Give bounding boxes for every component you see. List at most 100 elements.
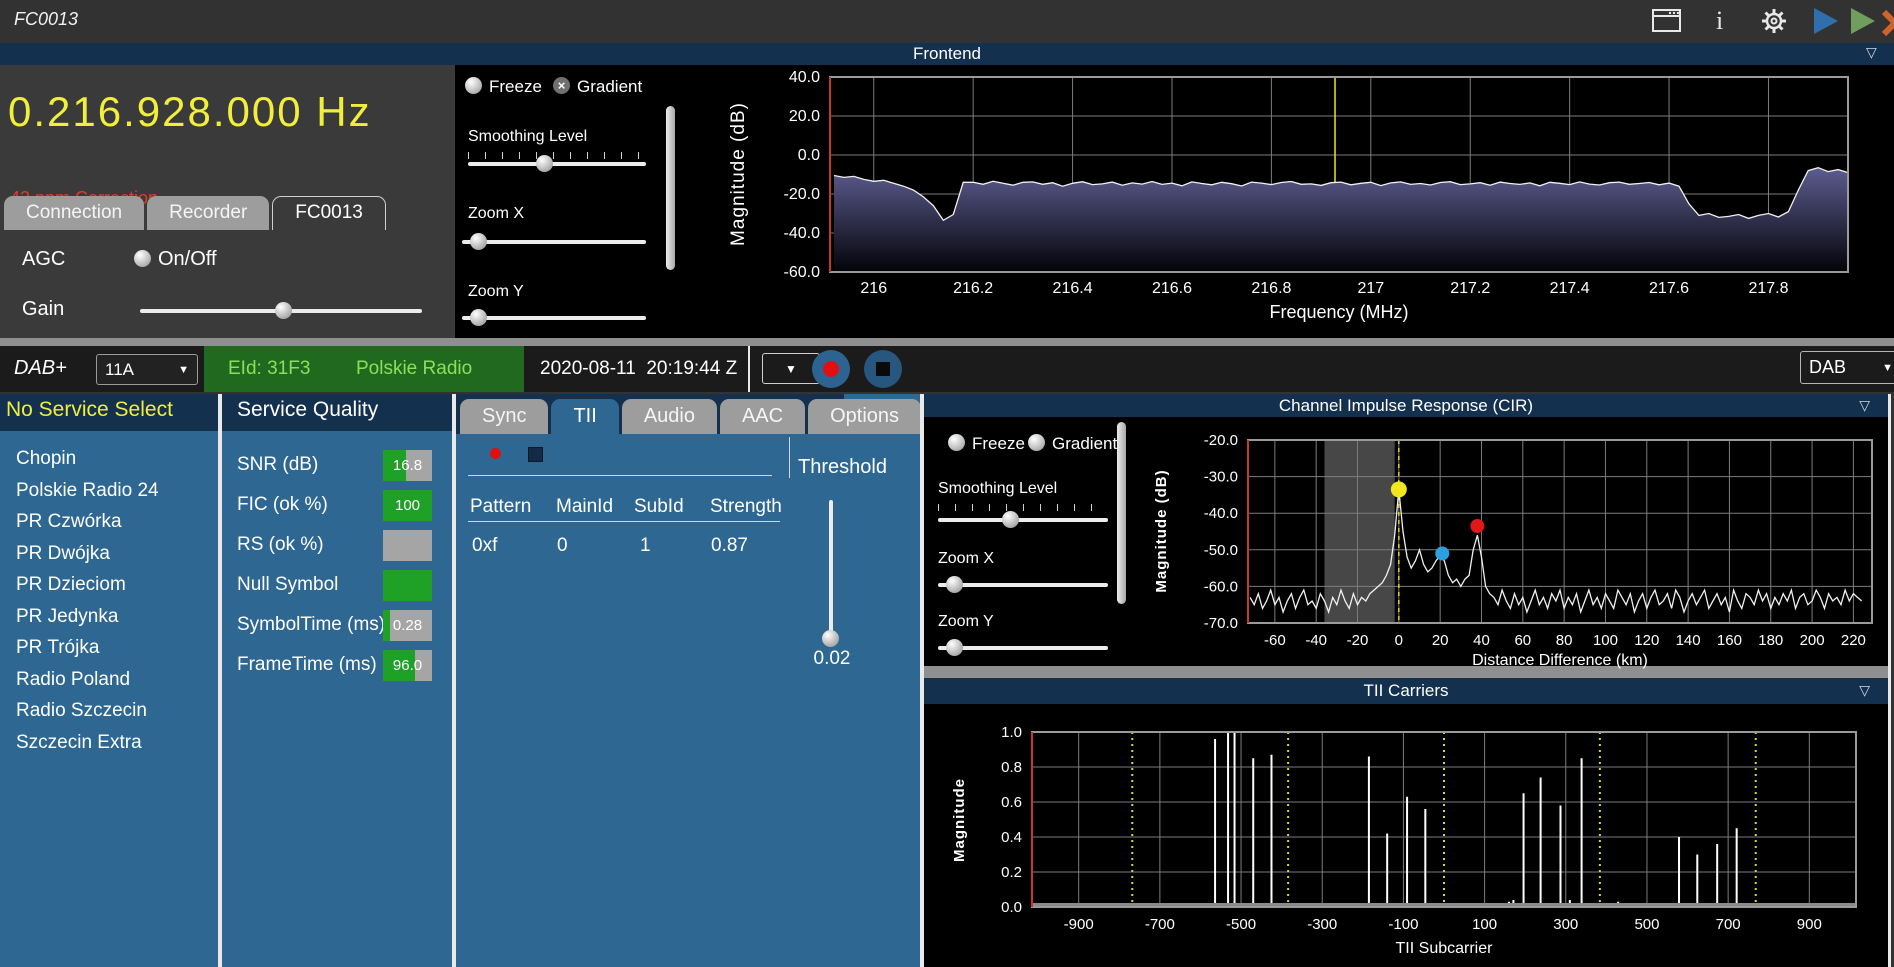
agc-radio[interactable] — [134, 250, 151, 267]
tab-audio[interactable]: Audio — [621, 399, 717, 434]
frontend-scrollbar[interactable] — [666, 106, 675, 270]
chevron-down-icon: ▼ — [1882, 361, 1893, 374]
quality-value: 0.28 — [392, 617, 423, 634]
record-button[interactable] — [812, 350, 850, 388]
threshold-slider[interactable] — [822, 500, 839, 647]
freeze-radio[interactable] — [465, 77, 482, 94]
service-item[interactable]: Chopin — [0, 443, 218, 475]
play-blue-icon[interactable] — [1814, 8, 1838, 34]
cir-zoom-x-slider[interactable] — [938, 576, 1108, 593]
decoder-panel — [456, 394, 920, 967]
cir-smoothing-ticks — [938, 504, 1108, 511]
agc-label: AGC — [22, 248, 66, 270]
zoom-y-label: Zoom Y — [468, 283, 524, 300]
tab-aac[interactable]: AAC — [719, 399, 806, 434]
cir-scrollbar[interactable] — [1117, 422, 1126, 604]
service-item[interactable]: Radio Poland — [0, 664, 218, 696]
record-dot-icon — [823, 361, 839, 377]
cir-zoom-y-slider[interactable] — [938, 639, 1108, 656]
cir-freeze-radio[interactable] — [948, 434, 965, 451]
smoothing-ticks — [468, 152, 646, 159]
output-mode-value: DAB — [1809, 357, 1847, 377]
service-item[interactable]: Szczecin Extra — [0, 727, 218, 759]
tii-legend-dot-icon — [490, 448, 501, 459]
tii-table-rule — [468, 521, 780, 522]
no-service-selected-label: No Service Select — [6, 398, 173, 421]
zoom-y-slider[interactable] — [462, 309, 646, 326]
tii-legend-square-icon — [528, 447, 543, 462]
service-list-header: No Service Select — [0, 394, 218, 431]
cir-title: Channel Impulse Response (CIR) — [1278, 396, 1534, 415]
quality-row: Null Symbol — [222, 570, 452, 601]
gradient-radio-checked[interactable]: × — [553, 77, 570, 94]
play-green-icon[interactable] — [1851, 8, 1875, 34]
tab-connection[interactable]: Connection — [4, 196, 145, 230]
smoothing-slider-thumb[interactable] — [535, 155, 553, 172]
service-item[interactable]: PR Czwórka — [0, 506, 218, 538]
quality-label: FIC (ok %) — [237, 494, 328, 515]
quality-label: Null Symbol — [237, 574, 339, 595]
channel-value: 11A — [105, 359, 134, 379]
timestamp: 2020-08-11 20:19:44 Z — [540, 358, 738, 379]
tii-header: TII Carriers ▽ — [924, 678, 1888, 704]
freeze-label: Freeze — [489, 77, 542, 96]
service-item[interactable]: PR Dzieciom — [0, 569, 218, 601]
stop-button[interactable] — [864, 350, 902, 388]
tii-cell: 0 — [557, 535, 568, 556]
cir-zoom-x-thumb[interactable] — [945, 576, 963, 593]
tab-fc0013[interactable]: FC0013 — [272, 196, 386, 230]
ensemble-id: EId: 31F3 — [228, 358, 311, 379]
tab-sync[interactable]: Sync — [460, 399, 549, 434]
tii-col-header: Pattern — [470, 496, 532, 517]
threshold-slider-thumb[interactable] — [822, 630, 839, 647]
cir-smoothing-slider[interactable] — [938, 511, 1108, 528]
service-item[interactable]: Polskie Radio 24 — [0, 475, 218, 507]
output-mode-dropdown[interactable]: DAB ▼ — [1800, 351, 1894, 384]
quality-value: 100 — [394, 497, 421, 514]
cir-gradient-radio[interactable] — [1028, 434, 1045, 451]
quality-bar — [383, 570, 432, 601]
info-icon[interactable]: i — [1716, 6, 1723, 36]
tab-tii[interactable]: TII — [551, 399, 619, 434]
decoder-tabs: Sync TII Audio AAC Options — [460, 399, 922, 434]
gain-slider-thumb[interactable] — [275, 302, 293, 319]
tii-cell: 1 — [640, 535, 651, 556]
close-x-icon[interactable] — [1882, 5, 1894, 39]
zoom-x-label: Zoom X — [468, 205, 525, 222]
cir-expander-icon[interactable]: ▽ — [1859, 397, 1870, 414]
service-quality-title: Service Quality — [237, 398, 379, 421]
quality-label: FrameTime (ms) — [237, 654, 377, 675]
channel-dropdown[interactable]: 11A ▼ — [96, 354, 198, 385]
right-edge-scrollbar[interactable] — [1888, 394, 1891, 967]
cir-zoom-y-label: Zoom Y — [938, 613, 994, 630]
service-item[interactable]: Radio Szczecin — [0, 695, 218, 727]
service-item[interactable]: PR Trójka — [0, 632, 218, 664]
service-list: Chopin Polskie Radio 24 PR Czwórka PR Dwójk… — [0, 443, 218, 758]
service-item[interactable]: PR Dwójka — [0, 538, 218, 570]
cir-tii-divider — [924, 666, 1888, 678]
zoom-x-slider[interactable] — [462, 233, 646, 250]
gear-icon[interactable] — [1760, 7, 1790, 33]
tab-options[interactable]: Options — [808, 399, 922, 434]
gradient-label: Gradient — [577, 77, 643, 96]
app-window: FC0013 i Frontend ▽ 0.216.928.000 Hz 43 … — [0, 0, 1894, 967]
service-item[interactable]: PR Jedynka — [0, 601, 218, 633]
threshold-label: Threshold — [798, 456, 887, 478]
gain-slider[interactable] — [140, 302, 422, 319]
quality-bar-fill — [383, 570, 432, 601]
window-icon[interactable] — [1652, 8, 1682, 34]
cir-zoom-y-thumb[interactable] — [945, 639, 963, 656]
quality-value: 96.0 — [392, 657, 423, 674]
tab-recorder[interactable]: Recorder — [147, 196, 270, 230]
quality-row: FrameTime (ms) 96.0 — [222, 650, 452, 681]
cir-zoom-x-label: Zoom X — [938, 550, 995, 567]
title-bar — [0, 0, 1894, 43]
frontend-expander-icon[interactable]: ▽ — [1866, 44, 1877, 61]
tii-col-header: MainId — [556, 496, 614, 517]
chevron-down-icon: ▼ — [178, 363, 189, 376]
smoothing-slider[interactable] — [468, 155, 646, 172]
tii-title: TII Carriers — [1363, 681, 1449, 700]
tii-expander-icon[interactable]: ▽ — [1859, 682, 1870, 699]
quality-row: RS (ok %) — [222, 530, 452, 561]
quality-label: SNR (dB) — [237, 454, 319, 475]
